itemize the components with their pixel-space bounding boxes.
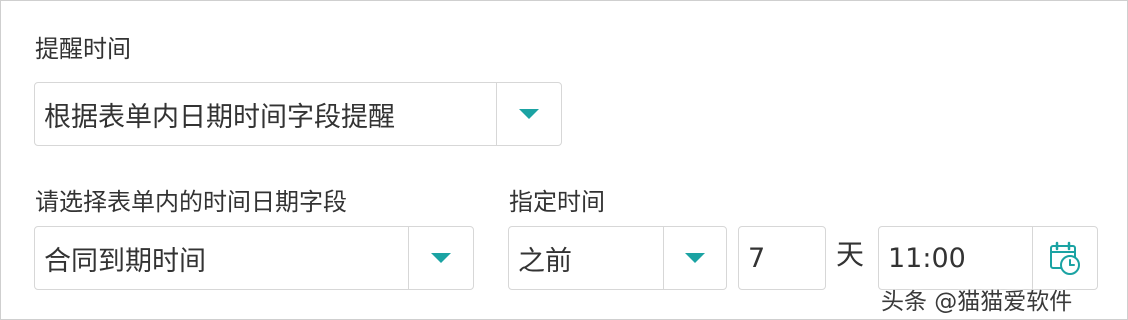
watermark-text: 头条 @猫猫爱软件	[881, 289, 1073, 315]
date-field-dropdown-button[interactable]	[408, 227, 473, 289]
relation-value: 之前	[518, 245, 572, 277]
days-value: 7	[748, 242, 766, 274]
chevron-down-icon	[519, 109, 539, 119]
reminder-time-title: 提醒时间	[35, 35, 131, 63]
time-value: 11:00	[888, 242, 966, 274]
days-input[interactable]: 7	[738, 226, 826, 290]
date-field-select[interactable]: 合同到期时间	[34, 226, 474, 290]
reminder-mode-value: 根据表单内日期时间字段提醒	[44, 101, 395, 133]
days-unit-label: 天	[836, 238, 865, 271]
chevron-down-icon	[685, 253, 705, 263]
date-field-value: 合同到期时间	[44, 245, 206, 277]
time-picker[interactable]: 11:00	[878, 226, 1098, 290]
chevron-down-icon	[431, 253, 451, 263]
reminder-mode-dropdown-button[interactable]	[496, 83, 561, 145]
relation-dropdown-button[interactable]	[663, 227, 726, 289]
time-picker-button[interactable]	[1032, 227, 1097, 289]
date-field-label: 请选择表单内的时间日期字段	[35, 188, 347, 216]
specified-time-label: 指定时间	[509, 188, 605, 216]
calendar-clock-icon	[1050, 241, 1080, 275]
relation-select[interactable]: 之前	[508, 226, 727, 290]
reminder-mode-select[interactable]: 根据表单内日期时间字段提醒	[34, 82, 562, 146]
reminder-settings-panel: 提醒时间 根据表单内日期时间字段提醒 请选择表单内的时间日期字段 合同到期时间 …	[0, 0, 1128, 320]
